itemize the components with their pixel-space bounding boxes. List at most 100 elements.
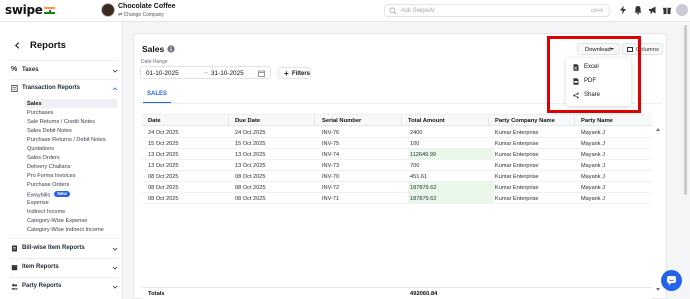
column-separator bbox=[488, 117, 489, 125]
sidebar-section-label: Item Reports bbox=[22, 264, 59, 270]
sidebar-item-category-wise-expense[interactable]: Category-Wise Expense bbox=[25, 216, 117, 225]
cell-party-name: Mayank J bbox=[581, 162, 605, 169]
sidebar-item-purchase-orders[interactable]: Purchase Orders bbox=[25, 180, 117, 189]
lightning-icon[interactable] bbox=[618, 5, 628, 15]
column-separator bbox=[574, 117, 575, 125]
table-footer: Totals 492060.84 bbox=[142, 287, 652, 299]
sidebar-item-purchase-returns[interactable]: Purchase Returns / Debit Notes bbox=[25, 135, 117, 144]
sidebar-item-pro-forma-invoices[interactable]: Pro Forma Invoices bbox=[25, 171, 117, 180]
cell-party-name: Mayank J bbox=[581, 184, 605, 191]
sidebar-item-delivery-challans[interactable]: Delivery Challans bbox=[25, 162, 117, 171]
cell-party-company: Kumar Enterprise bbox=[495, 184, 539, 191]
sidebar-item-sales-debit-notes[interactable]: Sales Debit Notes bbox=[25, 126, 117, 135]
divider bbox=[10, 277, 118, 278]
date-range-picker[interactable]: 01-10-2025 → 31-10-2025 bbox=[140, 66, 271, 79]
sidebar-item-sale-returns[interactable]: Sale Returns / Credit Notes bbox=[25, 117, 117, 126]
column-header-party-company-name[interactable]: Party Company Name bbox=[495, 118, 555, 124]
cell-date: 13 Oct 2025 bbox=[148, 151, 179, 158]
table-scrollbar[interactable] bbox=[654, 114, 663, 299]
table-row[interactable]: 13 Oct 2025 13 Oct 2025 INV-73 700 Kumar… bbox=[142, 160, 652, 171]
cell-due-date: 13 Oct 2025 bbox=[235, 162, 266, 169]
column-header-due-date[interactable]: Due Date bbox=[235, 118, 260, 124]
search-input[interactable]: Ask SwipeAI ctrl+k bbox=[384, 4, 610, 17]
table-row[interactable]: 24 Oct 2025 24 Oct 2025 INV-76 2400 Kuma… bbox=[142, 127, 652, 138]
table-row[interactable]: 08 Oct 2025 08 Oct 2025 INV-72 187879.62… bbox=[142, 182, 652, 193]
company-name[interactable]: Chocolate Coffee bbox=[118, 3, 176, 10]
cell-total-amount: 451.61 bbox=[410, 173, 428, 180]
sidebar-item-purchases[interactable]: Purchases bbox=[25, 108, 117, 117]
cell-total-amount: 187879.62 bbox=[410, 195, 437, 202]
sidebar-section-taxes[interactable]: % Taxes bbox=[11, 66, 119, 75]
date-to[interactable]: 31-10-2025 bbox=[211, 70, 244, 77]
column-header-serial-number[interactable]: Serial Number bbox=[322, 118, 361, 124]
totals-amount: 492060.84 bbox=[410, 291, 438, 297]
table-row[interactable]: 08 Oct 2025 08 Oct 2025 INV-71 187879.62… bbox=[142, 193, 652, 204]
cell-total-amount: 187879.62 bbox=[410, 184, 437, 191]
cell-party-name: Mayank J bbox=[581, 151, 605, 158]
column-separator bbox=[228, 117, 229, 125]
sidebar-item-quotations[interactable]: Quotations bbox=[25, 144, 117, 153]
sidebar-section-bill-wise-item-reports[interactable]: Bill-wise Item Reports bbox=[11, 244, 119, 253]
change-company-link[interactable]: ⇄ Change Company bbox=[118, 12, 164, 18]
chat-support-button[interactable] bbox=[661, 270, 682, 291]
cell-date: 13 Oct 2025 bbox=[148, 162, 179, 169]
cell-party-company: Kumar Enterprise bbox=[495, 173, 539, 180]
filters-button[interactable]: + Filters bbox=[278, 67, 311, 79]
sidebar-section-label: Transaction Reports bbox=[22, 85, 81, 91]
cell-serial-number: INV-73 bbox=[322, 162, 340, 169]
cell-serial-number: INV-74 bbox=[322, 151, 340, 158]
column-header-party-name[interactable]: Party Name bbox=[581, 118, 613, 124]
sidebar-item-category-wise-indirect-income[interactable]: Category-Wise Indirect Income bbox=[25, 225, 117, 234]
cell-party-name: Mayank J bbox=[581, 173, 605, 180]
gift-icon[interactable] bbox=[662, 5, 672, 15]
page-title: Sales bbox=[142, 44, 165, 54]
cell-date: 08 Oct 2025 bbox=[148, 184, 179, 191]
date-range-label: Date Range bbox=[141, 59, 168, 65]
sidebar-section-item-reports[interactable]: Item Reports bbox=[11, 263, 119, 272]
date-from[interactable]: 01-10-2025 bbox=[146, 70, 179, 77]
cell-serial-number: INV-75 bbox=[322, 140, 340, 147]
cell-serial-number: INV-70 bbox=[322, 173, 340, 180]
column-header-total-amount[interactable]: Total Amount bbox=[408, 118, 445, 124]
tab-sales[interactable]: SALES bbox=[143, 91, 172, 103]
sidebar-item-expense[interactable]: Expense bbox=[25, 198, 117, 207]
table-header: Date Due Date Serial Number Total Amount… bbox=[142, 114, 652, 126]
company-avatar[interactable] bbox=[101, 3, 115, 17]
back-arrow-icon[interactable] bbox=[14, 42, 21, 49]
cell-party-company: Kumar Enterprise bbox=[495, 151, 539, 158]
sidebar-section-label: Party Reports bbox=[22, 283, 62, 289]
column-header-date[interactable]: Date bbox=[148, 118, 161, 124]
cell-due-date: 13 Oct 2025 bbox=[235, 151, 266, 158]
new-badge: New bbox=[54, 190, 70, 197]
megaphone-icon[interactable] bbox=[648, 5, 658, 15]
cell-due-date: 08 Oct 2025 bbox=[235, 184, 266, 191]
chevron-up-icon bbox=[112, 86, 118, 90]
swipe-logo[interactable]: swipe bbox=[5, 3, 43, 17]
bell-icon[interactable] bbox=[633, 5, 643, 15]
cell-party-name: Mayank J bbox=[581, 129, 605, 136]
sidebar-item-sales-orders[interactable]: Sales Orders bbox=[25, 153, 117, 162]
page-scroll-thumb[interactable] bbox=[684, 25, 687, 195]
change-company-label: Change Company bbox=[123, 12, 164, 18]
cell-date: 08 Oct 2025 bbox=[148, 173, 179, 180]
page-scrollbar[interactable] bbox=[683, 23, 688, 299]
cell-due-date: 08 Oct 2025 bbox=[235, 173, 266, 180]
chevron-down-icon bbox=[112, 266, 118, 270]
table-row[interactable]: 13 Oct 2025 13 Oct 2025 INV-74 112649.99… bbox=[142, 149, 652, 160]
sidebar-section-party-reports[interactable]: Party Reports bbox=[11, 282, 119, 291]
info-icon[interactable] bbox=[167, 45, 175, 53]
scroll-down-icon[interactable] bbox=[656, 288, 660, 291]
cell-total-amount: 700 bbox=[410, 162, 420, 169]
sidebar-item-ewaybills[interactable]: Ewaybills New bbox=[25, 189, 117, 198]
chevron-down-icon bbox=[112, 285, 118, 289]
table-row[interactable]: 15 Oct 2025 15 Oct 2025 INV-75 100 Kumar… bbox=[142, 138, 652, 149]
scroll-up-icon[interactable] bbox=[656, 128, 660, 131]
filters-label: Filters bbox=[292, 70, 311, 77]
search-placeholder: Ask SwipeAI bbox=[401, 7, 435, 14]
user-avatar[interactable] bbox=[676, 4, 688, 16]
cell-serial-number: INV-72 bbox=[322, 184, 340, 191]
sidebar-section-transaction-reports[interactable]: Transaction Reports bbox=[11, 84, 119, 93]
sidebar-item-sales[interactable]: Sales bbox=[25, 99, 117, 108]
table-row[interactable]: 08 Oct 2025 08 Oct 2025 INV-70 451.61 Ku… bbox=[142, 171, 652, 182]
sidebar-item-indirect-income[interactable]: Indirect Income bbox=[25, 207, 117, 216]
